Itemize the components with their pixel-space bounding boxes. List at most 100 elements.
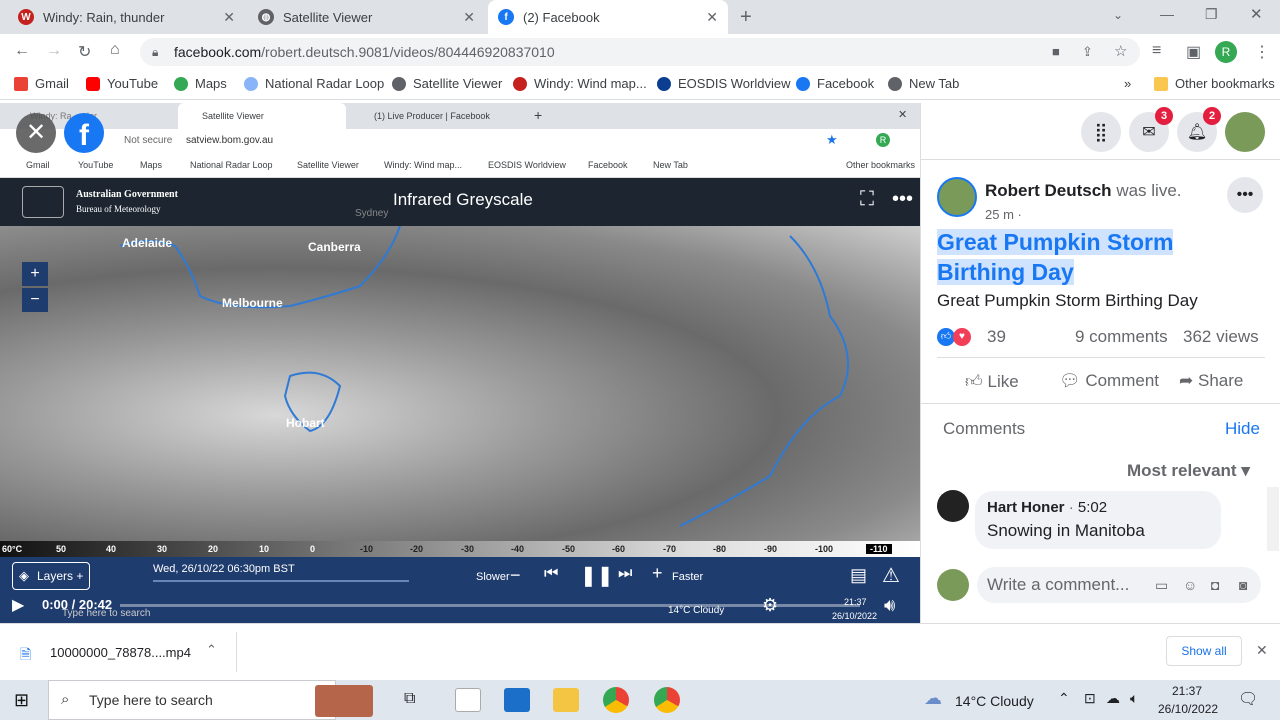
scale-label: -30 — [461, 544, 475, 554]
emoji-icon[interactable]: ☺ — [1183, 567, 1197, 603]
sort-dropdown[interactable]: Most relevant ▾ — [1127, 461, 1250, 481]
menu-grid-icon[interactable]: ⣿ — [1081, 112, 1121, 152]
tab-satellite[interactable]: ◍ Satellite Viewer ✕ — [248, 0, 485, 34]
bom-header: Australian Government Bureau of Meteorol… — [0, 178, 920, 226]
profile-avatar[interactable]: R — [1215, 41, 1237, 63]
sticker-icon[interactable]: ▭ — [1155, 567, 1168, 603]
reload-icon[interactable]: ↻ — [78, 42, 91, 62]
forward-icon[interactable]: → — [46, 42, 62, 60]
commenter-name[interactable]: Hart Honer — [987, 499, 1065, 516]
comment-button[interactable]: 💬︎ Comment — [1059, 371, 1159, 391]
chrome-icon[interactable] — [654, 687, 680, 713]
comments-scrollbar[interactable] — [1267, 487, 1279, 551]
hide-comments-link[interactable]: Hide — [1225, 419, 1260, 439]
bookmark-newtab[interactable]: New Tab — [888, 76, 959, 91]
new-tab-button[interactable]: + — [740, 6, 752, 29]
taskbar-search[interactable]: ⌕ Type here to search — [48, 680, 373, 720]
back-icon[interactable]: ← — [14, 42, 30, 60]
bookmark-satellite[interactable]: Satellite Viewer — [392, 76, 502, 91]
play-icon[interactable]: ▶ — [12, 595, 24, 615]
post-title: Great Pumpkin Storm Birthing Day — [937, 227, 1207, 287]
windy-icon: W — [18, 9, 34, 25]
file-explorer-icon[interactable] — [553, 688, 579, 712]
radar-icon — [244, 76, 258, 91]
notification-center-icon[interactable]: 🗨︎ — [1238, 689, 1258, 709]
show-all-button[interactable]: Show all — [1166, 636, 1242, 666]
mail-icon[interactable] — [504, 688, 530, 712]
task-view-icon[interactable]: ⧉ — [404, 690, 415, 708]
network-icon[interactable]: ⊡ — [1084, 690, 1096, 707]
commenter-avatar[interactable] — [937, 490, 969, 522]
post-time[interactable]: 25 m · — [985, 207, 1022, 222]
video-progress[interactable] — [120, 604, 860, 607]
close-tab-icon[interactable]: ✕ — [463, 9, 475, 26]
bookmark-gmail[interactable]: Gmail — [14, 76, 69, 91]
bookmark-windy[interactable]: Windy: Wind map... — [513, 76, 647, 91]
zoom-in-button: + — [22, 262, 48, 286]
tab-windy[interactable]: W Windy: Rain, thunder ✕ — [8, 0, 245, 34]
document-icon: ▤ — [850, 565, 868, 585]
video-player[interactable]: Windy: Ra...nder Satellite Viewer (1) Li… — [0, 103, 920, 623]
download-options-icon[interactable]: ⌃ — [206, 642, 217, 658]
close-download-bar-icon[interactable]: ✕ — [1256, 642, 1268, 659]
bookmark-radar[interactable]: National Radar Loop — [244, 76, 384, 91]
messenger-badge: 3 — [1155, 107, 1173, 125]
gif-icon[interactable]: ◙ — [1239, 567, 1247, 603]
bookmark-youtube[interactable]: YouTube — [86, 76, 158, 91]
bookmark-maps[interactable]: Maps — [174, 76, 227, 91]
cloud-sync-icon[interactable]: ☁ — [1106, 690, 1120, 707]
sort-label: Most relevant — [1127, 461, 1237, 480]
bookmark-eosdis[interactable]: EOSDIS Worldview — [657, 76, 790, 91]
taskbar-clock[interactable]: 21:37 — [1172, 684, 1202, 698]
volume-icon[interactable]: 🔊︎ — [884, 595, 895, 616]
notepad-icon[interactable] — [455, 688, 481, 712]
reaction-count: 39 — [987, 327, 1006, 346]
tab-facebook[interactable]: f (2) Facebook ✕ — [488, 0, 728, 34]
share-button[interactable]: ➦ Share — [1179, 371, 1243, 391]
close-video-button[interactable]: ✕ — [16, 113, 56, 153]
like-button[interactable]: 👍︎ Like — [965, 371, 1019, 392]
taskbar-weather[interactable]: 14°C Cloudy — [955, 693, 1034, 709]
download-filename[interactable]: 10000000_78878....mp4 — [50, 645, 191, 660]
write-comment-input[interactable]: Write a comment... ▭ ☺ ◘ ◙ — [977, 567, 1261, 603]
minimize-button[interactable]: — — [1160, 6, 1174, 22]
chrome-icon[interactable] — [603, 687, 629, 713]
side-panel-icon[interactable]: ▣ — [1186, 42, 1201, 62]
inner-weather: 14°C Cloudy — [668, 605, 725, 616]
close-window-button[interactable]: ✕ — [1250, 5, 1263, 23]
media-icon[interactable]: ≡ — [1152, 42, 1161, 60]
home-icon[interactable]: ⌂ — [110, 41, 120, 59]
other-bookmarks[interactable]: Other bookmarks — [1154, 76, 1275, 91]
author-name[interactable]: Robert Deutsch — [985, 181, 1112, 200]
taskbar-date[interactable]: 26/10/2022 — [1158, 702, 1218, 716]
facebook-logo-icon[interactable]: f — [64, 113, 104, 153]
account-avatar[interactable] — [1225, 112, 1265, 152]
share-icon[interactable]: ⇪ — [1082, 38, 1093, 66]
inner-date: 26/10/2022 — [832, 611, 878, 621]
star-icon[interactable]: ☆ — [1114, 38, 1127, 66]
bookmark-facebook[interactable]: Facebook — [796, 76, 874, 91]
facebook-icon — [796, 76, 810, 91]
author-avatar[interactable] — [937, 177, 977, 217]
scale-label: -60 — [612, 544, 626, 554]
address-bar[interactable]: 🔒︎ facebook.com/robert.deutsch.9081/vide… — [140, 38, 1140, 66]
close-tab-icon[interactable]: ✕ — [706, 9, 718, 26]
scale-label: 10 — [259, 544, 270, 554]
chevron-up-icon[interactable]: ⌃ — [1058, 690, 1070, 707]
scale-label: -10 — [360, 544, 374, 554]
close-tab-icon[interactable]: ✕ — [223, 9, 235, 26]
restore-button[interactable]: ❐ — [1205, 6, 1218, 23]
camera-icon[interactable]: ◘ — [1211, 567, 1219, 603]
comments-count[interactable]: 9 comments — [1075, 327, 1168, 347]
bookmarks-overflow[interactable]: » — [1124, 76, 1131, 91]
reactions[interactable]: 👍︎ ♥ 39 — [937, 327, 1006, 347]
sat-title: Infrared Greyscale — [393, 190, 533, 209]
windows-start-icon[interactable]: ⊞ — [14, 690, 29, 711]
menu-icon[interactable]: ⋮ — [1254, 42, 1270, 62]
post-options-icon[interactable]: ••• — [1227, 177, 1263, 213]
inner-bookmark: New Tab — [653, 160, 688, 170]
settings-icon[interactable]: ⚙ — [762, 595, 778, 616]
speaker-icon[interactable]: 🔈︎ — [1130, 690, 1138, 707]
tab-search-icon[interactable]: ⌄ — [1113, 8, 1123, 22]
camera-icon[interactable]: ■ — [1052, 38, 1060, 66]
